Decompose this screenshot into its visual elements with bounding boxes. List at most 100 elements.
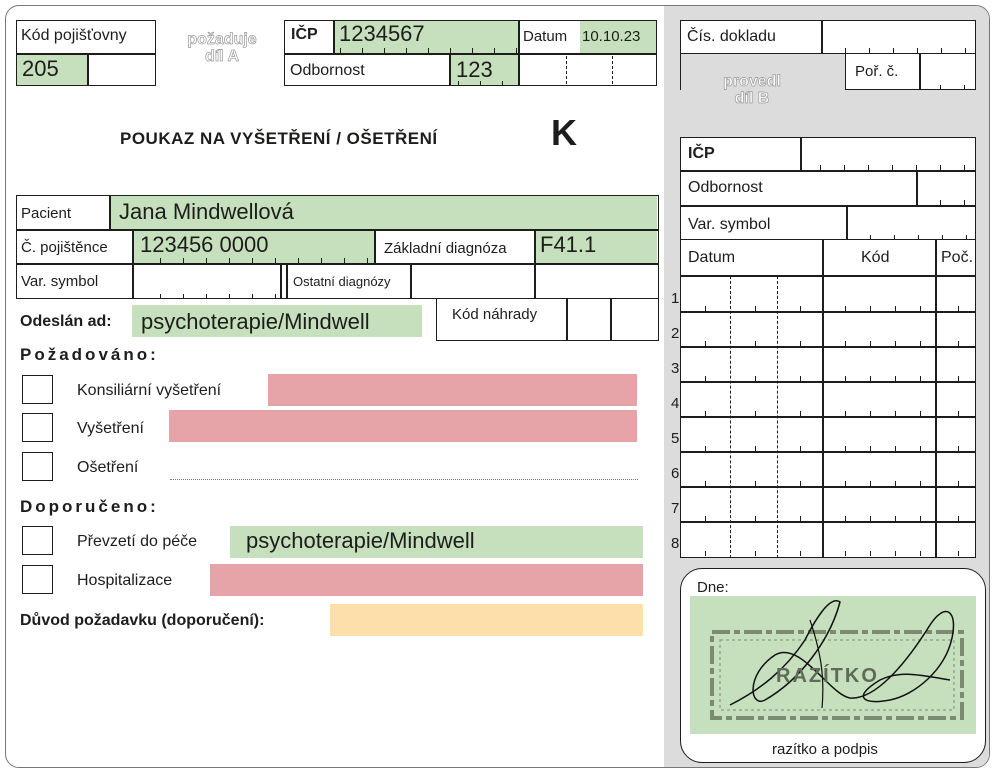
tick-mark: [800, 551, 801, 556]
part-b-var-symbol-label: Var. symbol: [688, 216, 771, 233]
tick-mark: [964, 200, 965, 205]
hospitalization-field[interactable]: [210, 564, 643, 596]
tick-mark: [920, 306, 921, 311]
tick-mark: [183, 294, 184, 299]
icp-value: 1234567: [339, 21, 425, 46]
tick-mark: [870, 411, 871, 416]
treatment-field[interactable]: [170, 479, 638, 480]
patient-label: Pacient: [21, 205, 72, 222]
tick-mark: [705, 376, 706, 381]
row-number-3: 3: [671, 360, 680, 377]
row-number-1: 1: [671, 290, 680, 307]
requested-heading: Požadováno:: [20, 345, 159, 364]
tick-mark: [845, 411, 846, 416]
sent-from-label: Odeslán ad:: [20, 313, 112, 330]
tick-mark: [384, 48, 385, 53]
tick-mark: [755, 411, 756, 416]
tick-mark: [942, 235, 943, 240]
insured-no-label: Č. pojištěnce: [21, 239, 108, 256]
consult-checkbox[interactable]: [22, 375, 53, 404]
date-value: 10.10.23: [582, 28, 641, 45]
tick-mark: [941, 48, 942, 53]
tick-mark: [160, 294, 161, 299]
requests-part-a: požaduje díl A: [187, 31, 257, 66]
patient-value: Jana Mindwellová: [119, 199, 294, 224]
tick-mark: [755, 551, 756, 556]
row-number-8: 8: [671, 535, 680, 552]
tick-mark: [800, 446, 801, 451]
part-b-specialty-label: Odbornost: [688, 179, 763, 196]
tick-mark: [895, 446, 896, 451]
treatment-label: Ošetření: [77, 459, 139, 476]
sent-from-value: psychoterapie/Mindwell: [141, 309, 370, 334]
insurer-code-label: Kód pojišťovny: [21, 27, 127, 44]
insured-no-value: 123456 0000: [140, 232, 269, 257]
tick-mark: [892, 165, 893, 170]
tick-mark: [870, 516, 871, 521]
performed-part-b: provedl díl B: [723, 73, 781, 108]
row-number-4: 4: [671, 395, 680, 412]
treatment-checkbox[interactable]: [22, 452, 53, 481]
tick-mark: [965, 48, 966, 53]
tick-mark: [252, 258, 253, 263]
consult-field[interactable]: [268, 374, 637, 406]
tick-mark: [958, 411, 959, 416]
tick-mark: [895, 376, 896, 381]
other-diagnoses-label: Ostatní diagnózy: [293, 274, 391, 289]
tick-mark: [298, 258, 299, 263]
tick-mark: [920, 446, 921, 451]
hospitalization-checkbox[interactable]: [22, 565, 53, 594]
date-label: Datum: [523, 28, 568, 45]
tick-mark: [362, 48, 363, 53]
tick-mark: [275, 258, 276, 263]
tick-mark: [275, 294, 276, 299]
tick-mark: [183, 258, 184, 263]
tick-mark: [845, 551, 846, 556]
insurer-code-value: 205: [22, 56, 59, 81]
tick-mark: [870, 481, 871, 486]
tick-mark: [964, 85, 965, 90]
tick-mark: [252, 294, 253, 299]
stamp-caption: razítko a podpis: [772, 741, 878, 758]
tick-mark: [870, 341, 871, 346]
part-b-icp-label: IČP: [688, 145, 715, 162]
tick-mark: [958, 306, 959, 311]
tick-mark: [845, 516, 846, 521]
reason-field[interactable]: [330, 604, 643, 636]
tick-mark: [800, 376, 801, 381]
tick-mark: [755, 481, 756, 486]
row-number-5: 5: [671, 430, 680, 447]
tick-mark: [494, 48, 495, 53]
care-takeover-label: Převzetí do péče: [77, 533, 198, 550]
main-diagnosis-label: Základní diagnóza: [384, 240, 507, 257]
tick-mark: [940, 200, 941, 205]
care-takeover-checkbox[interactable]: [22, 526, 53, 555]
tick-mark: [966, 235, 967, 240]
tick-mark: [844, 165, 845, 170]
examination-field[interactable]: [169, 410, 637, 442]
tick-mark: [755, 446, 756, 451]
tick-mark: [705, 341, 706, 346]
tick-mark: [920, 341, 921, 346]
tick-mark: [344, 258, 345, 263]
tick-mark: [755, 341, 756, 346]
tick-mark: [206, 294, 207, 299]
tick-mark: [705, 306, 706, 311]
tick-mark: [450, 48, 451, 53]
stamp-text: RAZÍTKO: [776, 665, 879, 687]
tick-mark: [472, 48, 473, 53]
tick-mark: [920, 481, 921, 486]
tick-mark: [428, 48, 429, 53]
tick-mark: [229, 258, 230, 263]
tick-mark: [920, 411, 921, 416]
specialty-value: 123: [456, 57, 493, 82]
tick-mark: [958, 481, 959, 486]
form-title: POUKAZ NA VYŠETŘENÍ / OŠETŘENÍ: [120, 129, 438, 148]
row-number-2: 2: [671, 325, 680, 342]
tick-mark: [958, 341, 959, 346]
tick-mark: [502, 81, 503, 86]
tick-mark: [705, 551, 706, 556]
row-number-7: 7: [671, 500, 680, 517]
reimbursement-code-label: Kód náhrady: [452, 306, 538, 323]
examination-checkbox[interactable]: [22, 413, 53, 442]
